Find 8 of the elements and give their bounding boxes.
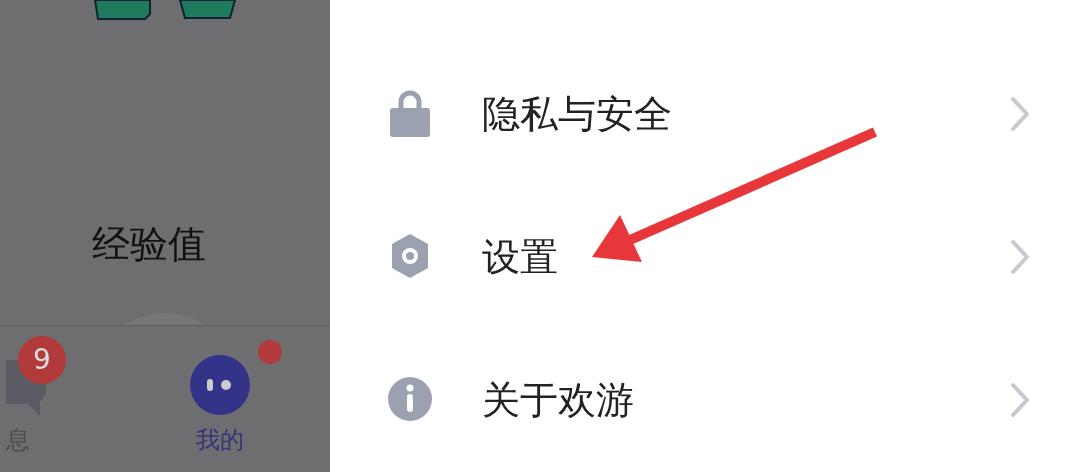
avatar-icon (125, 311, 205, 325)
chevron-icon (1010, 95, 1030, 132)
experience-label: 经验值 (92, 225, 207, 263)
lock-icon (388, 88, 432, 139)
chevron-icon (1010, 239, 1030, 275)
avatar-icon (189, 354, 251, 416)
count-badge: 9 (18, 336, 66, 384)
chevron-icon (1010, 382, 1030, 419)
